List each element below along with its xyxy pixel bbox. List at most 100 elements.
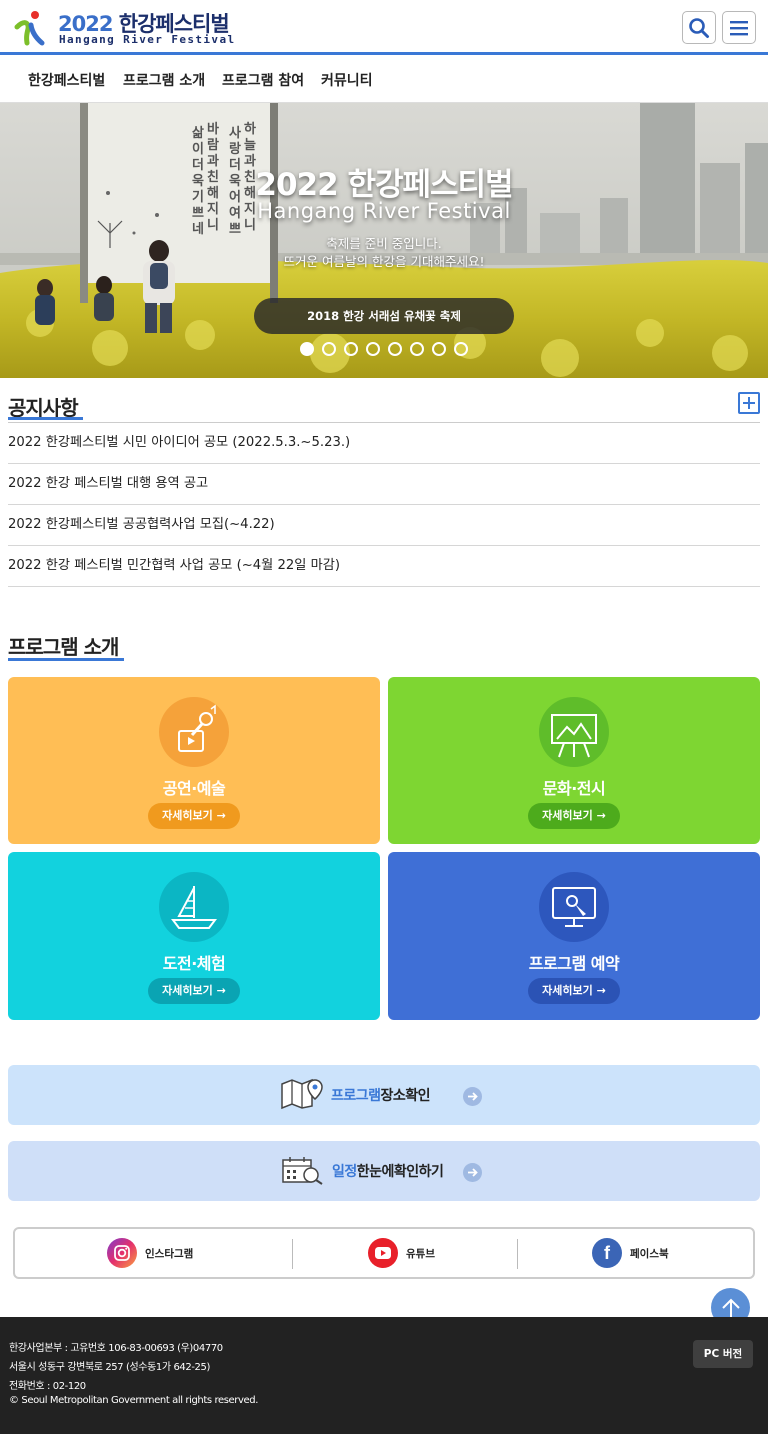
sns-label: 페이스북 — [630, 1247, 669, 1260]
notice-more-button[interactable] — [738, 392, 760, 414]
nav-item-community[interactable]: 커뮤니티 — [321, 70, 373, 90]
svg-text:바: 바 — [207, 121, 219, 137]
hero-subtitle: Hangang River Festival — [257, 199, 511, 223]
slider-dot[interactable] — [410, 342, 424, 356]
facebook-icon: f — [592, 1238, 622, 1268]
sns-divider — [292, 1239, 293, 1269]
arrow-right-icon: → — [596, 984, 606, 997]
menu-button[interactable] — [722, 11, 756, 44]
card-more-button[interactable]: 자세히보기 → — [528, 978, 620, 1004]
card-more-button[interactable]: 자세히보기 → — [148, 803, 240, 829]
calendar-search-icon — [282, 1157, 323, 1185]
sns-facebook-link[interactable]: f 페이스북 — [592, 1238, 669, 1268]
footer-phone: 전화번호 : 02-120 — [9, 1381, 86, 1392]
program-section-title: 프로그램 소개 — [8, 635, 119, 659]
notice-list: 2022 한강페스티벌 시민 아이디어 공모 (2022.5.3.~5.23.)… — [8, 422, 760, 587]
svg-text:람: 람 — [207, 138, 219, 153]
arrow-up-icon — [721, 1298, 740, 1317]
map-pin-icon — [281, 1078, 323, 1110]
program-title-underline — [8, 658, 124, 661]
hero-slider[interactable]: 삶이더욱기쁘네 바람과친해지니 사랑더욱어여쁘 하늘과친해지니 2022 한강페… — [0, 103, 768, 378]
svg-text:하: 하 — [244, 121, 256, 137]
easel-icon — [551, 714, 597, 758]
card-title: 문화·전시 — [542, 779, 606, 798]
banner-text: 장소확인 — [380, 1088, 431, 1104]
hero-description-line1: 축제를 준비 중입니다. — [326, 236, 442, 251]
search-icon — [689, 17, 709, 38]
sns-instagram-link[interactable]: 인스타그램 — [107, 1238, 193, 1268]
footer-org-info: 한강사업본부 : 고유번호 106-83-00693 (우)04770 — [9, 1343, 223, 1354]
card-more-button[interactable]: 자세히보기 → — [148, 978, 240, 1004]
plus-icon — [743, 397, 755, 409]
main-nav: 한강페스티벌 프로그램 소개 프로그램 참여 커뮤니티 — [0, 58, 768, 103]
notice-item[interactable]: 2022 한강 페스티벌 대행 용역 공고 — [8, 464, 760, 505]
card-title: 프로그램 예약 — [528, 954, 620, 973]
card-title: 공연·예술 — [162, 779, 226, 798]
sns-divider — [517, 1239, 518, 1269]
slider-dot[interactable] — [322, 342, 336, 356]
site-header: 2022 한강페스티벌 Hangang River Festival — [0, 0, 768, 55]
card-icon-circle — [159, 872, 229, 942]
banner-accent: 프로그램 — [331, 1088, 381, 1104]
touch-screen-icon — [552, 887, 596, 927]
nav-item-program-join[interactable]: 프로그램 참여 — [222, 70, 304, 90]
arrow-right-icon: → — [596, 809, 606, 822]
svg-text:사: 사 — [229, 125, 241, 141]
pc-version-button[interactable]: PC 버전 — [693, 1340, 753, 1368]
card-title: 도전·체험 — [162, 954, 226, 973]
nav-item-program-intro[interactable]: 프로그램 소개 — [123, 70, 205, 90]
card-icon-circle — [539, 872, 609, 942]
slider-dot[interactable] — [344, 342, 358, 356]
more-label: 자세히보기 — [542, 984, 593, 997]
svg-text:이: 이 — [192, 141, 204, 157]
program-card-culture[interactable]: 문화·전시 자세히보기 → — [388, 677, 760, 844]
banner-program-location[interactable]: 프로그램장소확인 — [8, 1065, 760, 1125]
svg-text:늘: 늘 — [244, 138, 256, 153]
program-card-challenge[interactable]: 도전·체험 자세히보기 → — [8, 852, 380, 1020]
site-logo[interactable]: 2022 한강페스티벌 Hangang River Festival — [14, 8, 234, 48]
banner-accent: 일정 — [332, 1164, 357, 1180]
sns-label: 인스타그램 — [145, 1247, 194, 1260]
slider-dot[interactable] — [454, 342, 468, 356]
banner-schedule[interactable]: 일정한눈에확인하기 — [8, 1141, 760, 1201]
instagram-icon — [107, 1238, 137, 1268]
more-label: 자세히보기 — [162, 809, 213, 822]
arrow-right-icon: → — [216, 809, 226, 822]
banner-text: 한눈에확인하기 — [356, 1164, 444, 1180]
notice-item[interactable]: 2022 한강 페스티벌 민간협력 사업 공모 (~4월 22일 마감) — [8, 546, 760, 587]
more-label: 자세히보기 — [162, 984, 213, 997]
hero-slide-caption[interactable]: 2018 한강 서래섬 유채꽃 축제 — [254, 298, 514, 334]
hero-title: 2022 한강페스티벌 — [255, 167, 513, 203]
slider-dot[interactable] — [300, 342, 314, 356]
program-card-reservation[interactable]: 프로그램 예약 자세히보기 → — [388, 852, 760, 1020]
arrow-right-icon: → — [216, 984, 226, 997]
slider-dot[interactable] — [432, 342, 446, 356]
svg-text:삶: 삶 — [192, 125, 204, 141]
slider-pagination — [300, 342, 468, 356]
card-icon-circle — [159, 697, 229, 767]
banner-label: 일정한눈에확인하기 — [332, 1161, 444, 1181]
banner-label: 프로그램장소확인 — [331, 1085, 431, 1105]
sailboat-icon — [171, 886, 217, 929]
more-label: 자세히보기 — [542, 809, 593, 822]
sns-links: 인스타그램 유튜브 f 페이스북 — [13, 1227, 755, 1279]
hero-description-line2: 뜨거운 여름날의 한강을 기대해주세요! — [283, 254, 485, 269]
microphone-icon — [178, 704, 216, 752]
card-icon-circle — [539, 697, 609, 767]
slider-dot[interactable] — [366, 342, 380, 356]
card-more-button[interactable]: 자세히보기 → — [528, 803, 620, 829]
program-card-performance[interactable]: 공연·예술 자세히보기 → — [8, 677, 380, 844]
search-button[interactable] — [682, 11, 716, 44]
nav-item-festival[interactable]: 한강페스티벌 — [28, 70, 105, 90]
notice-title-underline — [8, 417, 83, 420]
sns-youtube-link[interactable]: 유튜브 — [368, 1238, 435, 1268]
hamburger-icon — [730, 20, 748, 35]
sns-label: 유튜브 — [406, 1247, 435, 1260]
footer-address: 서울시 성동구 강변북로 257 (성수동1가 642-25) — [9, 1362, 210, 1373]
slider-dot[interactable] — [388, 342, 402, 356]
logo-mark-icon — [14, 11, 45, 46]
notice-item[interactable]: 2022 한강페스티벌 시민 아이디어 공모 (2022.5.3.~5.23.) — [8, 423, 760, 464]
hero-description: 축제를 준비 중입니다. 뜨거운 여름날의 한강을 기대해주세요! — [0, 235, 768, 271]
arrow-circle-icon — [463, 1087, 482, 1106]
notice-item[interactable]: 2022 한강페스티벌 공공협력사업 모집(~4.22) — [8, 505, 760, 546]
